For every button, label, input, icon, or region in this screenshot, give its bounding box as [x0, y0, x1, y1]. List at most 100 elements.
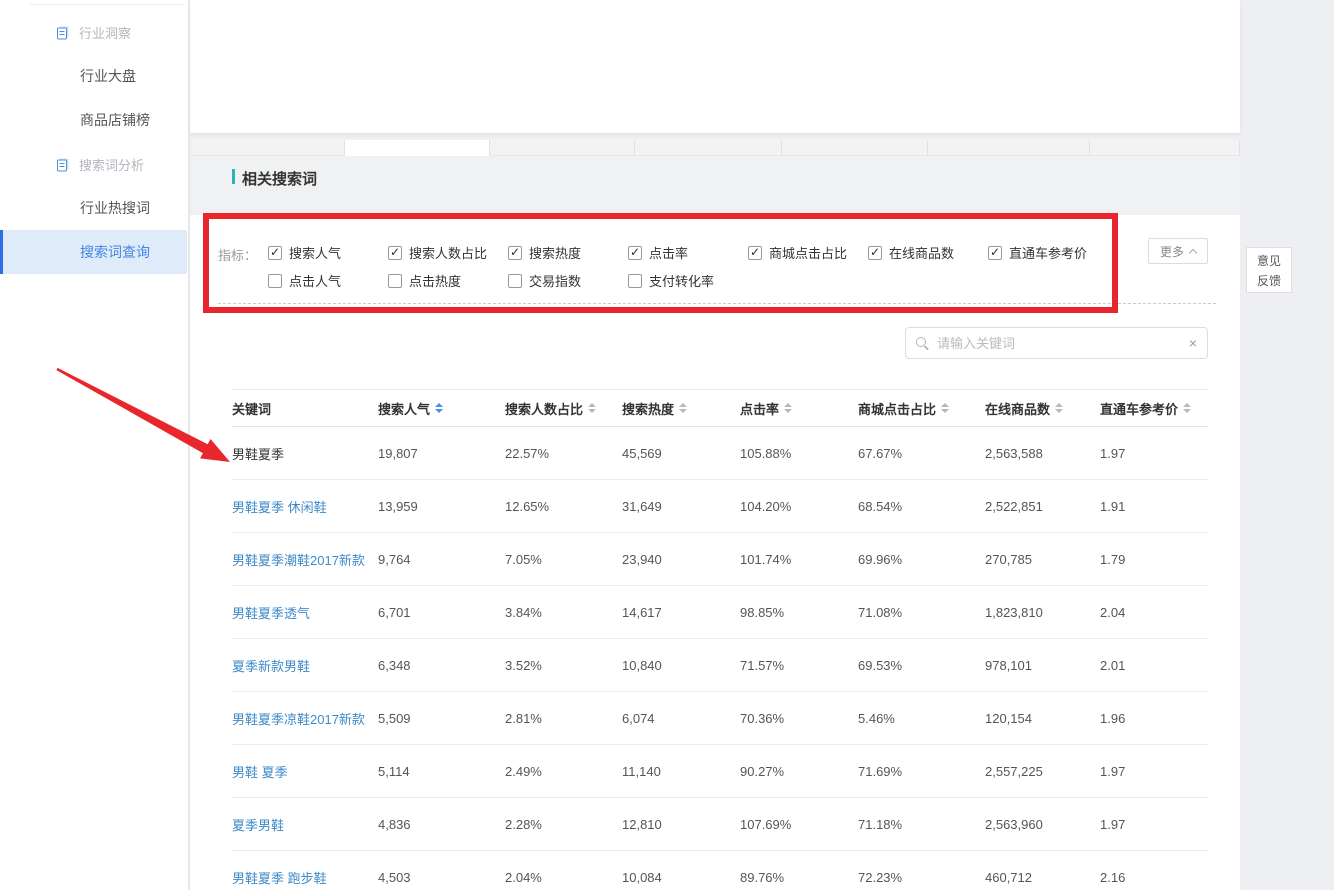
cell-search-heat: 10,084 — [622, 870, 740, 885]
table-row: 男鞋夏季 19,807 22.57% 45,569 105.88% 67.67%… — [232, 427, 1208, 480]
tab-2[interactable] — [490, 140, 635, 156]
metric-checkbox-item[interactable]: 搜索人数占比 — [388, 243, 508, 262]
cell-click-rate: 101.74% — [740, 552, 858, 567]
metric-checkbox-item[interactable]: 在线商品数 — [868, 243, 988, 262]
cell-ztc-price: 1.79 — [1100, 552, 1208, 567]
col-header-mall-click-share[interactable]: 商城点击占比 — [858, 399, 985, 418]
cell-search-heat: 12,810 — [622, 817, 740, 832]
checkbox-icon[interactable] — [628, 246, 642, 260]
keyword-link[interactable]: 男鞋夏季 休闲鞋 — [232, 500, 327, 515]
checkbox-icon[interactable] — [988, 246, 1002, 260]
cell-click-rate: 98.85% — [740, 605, 858, 620]
metric-checkbox-item[interactable]: 点击热度 — [388, 271, 508, 290]
metric-checkbox-item[interactable]: 直通车参考价 — [988, 243, 1108, 262]
cell-online-products: 270,785 — [985, 552, 1100, 567]
cell-online-products: 460,712 — [985, 870, 1100, 885]
cell-search-popularity: 4,836 — [378, 817, 505, 832]
metric-checkbox-item[interactable]: 点击人气 — [268, 271, 388, 290]
table-row: 男鞋夏季 跑步鞋 4,503 2.04% 10,084 89.76% 72.23… — [232, 851, 1208, 890]
cell-online-products: 978,101 — [985, 658, 1100, 673]
sidebar-item-search-word-query[interactable]: 搜索词查询 — [0, 230, 187, 274]
feedback-button[interactable]: 意见 反馈 — [1246, 247, 1292, 293]
tab-1-active[interactable] — [345, 140, 490, 156]
metric-checkbox-item[interactable]: 支付转化率 — [628, 271, 748, 290]
col-header-search-popularity[interactable]: 搜索人气 — [378, 399, 505, 418]
metrics-checkbox-row-1: 搜索人气 搜索人数占比 搜索热度 点击率 商城点击占比 — [268, 243, 1108, 262]
clear-icon[interactable]: × — [1189, 335, 1197, 351]
sidebar-divider — [30, 4, 184, 5]
chevron-up-icon — [1189, 249, 1197, 257]
table-row: 男鞋夏季潮鞋2017新款 9,764 7.05% 23,940 101.74% … — [232, 533, 1208, 586]
sidebar-section-search-analysis[interactable]: 搜索词分析 — [0, 142, 187, 186]
keyword-link[interactable]: 男鞋夏季 — [232, 447, 284, 462]
col-header-searcher-share[interactable]: 搜索人数占比 — [505, 399, 622, 418]
metric-label: 交易指数 — [529, 271, 581, 290]
col-header-search-heat[interactable]: 搜索热度 — [622, 399, 740, 418]
table-row: 男鞋 夏季 5,114 2.49% 11,140 90.27% 71.69% 2… — [232, 745, 1208, 798]
cell-click-rate: 107.69% — [740, 817, 858, 832]
metric-checkbox-item[interactable]: 搜索热度 — [508, 243, 628, 262]
checkbox-icon[interactable] — [508, 246, 522, 260]
cell-ztc-price: 1.97 — [1100, 446, 1208, 461]
cell-searcher-share: 12.65% — [505, 499, 622, 514]
cell-click-rate: 90.27% — [740, 764, 858, 779]
cell-click-rate: 71.57% — [740, 658, 858, 673]
sidebar-item-hot-search-words[interactable]: 行业热搜词 — [0, 186, 187, 230]
keyword-link[interactable]: 男鞋夏季潮鞋2017新款 — [232, 553, 365, 568]
checkbox-icon[interactable] — [268, 246, 282, 260]
cell-online-products: 1,823,810 — [985, 605, 1100, 620]
metrics-checkbox-row-2: 点击人气 点击热度 交易指数 支付转化率 — [268, 271, 748, 290]
cell-search-popularity: 19,807 — [378, 446, 505, 461]
col-header-click-rate[interactable]: 点击率 — [740, 399, 858, 418]
cell-searcher-share: 2.81% — [505, 711, 622, 726]
keyword-link[interactable]: 夏季男鞋 — [232, 818, 284, 833]
checkbox-icon[interactable] — [748, 246, 762, 260]
sort-icon — [1055, 403, 1063, 413]
cell-ztc-price: 1.97 — [1100, 817, 1208, 832]
cell-search-heat: 14,617 — [622, 605, 740, 620]
keyword-link[interactable]: 男鞋夏季透气 — [232, 606, 310, 621]
tab-5[interactable] — [928, 140, 1090, 156]
sidebar-item-industry-market[interactable]: 行业大盘 — [0, 54, 187, 98]
keyword-search-box: × — [905, 327, 1208, 359]
cell-mall-click-share: 68.54% — [858, 499, 985, 514]
keyword-link[interactable]: 夏季新款男鞋 — [232, 659, 310, 674]
keyword-search-input[interactable] — [937, 336, 1189, 351]
metric-checkbox-item[interactable]: 点击率 — [628, 243, 748, 262]
table-body: 男鞋夏季 19,807 22.57% 45,569 105.88% 67.67%… — [232, 427, 1208, 890]
metric-checkbox-item[interactable]: 商城点击占比 — [748, 243, 868, 262]
tab-0[interactable] — [190, 140, 345, 156]
sort-icon — [1183, 403, 1191, 413]
cell-search-heat: 31,649 — [622, 499, 740, 514]
checkbox-icon[interactable] — [388, 274, 402, 288]
col-header-online-products[interactable]: 在线商品数 — [985, 399, 1100, 418]
checkbox-icon[interactable] — [388, 246, 402, 260]
keyword-link[interactable]: 男鞋夏季凉鞋2017新款 — [232, 712, 365, 727]
tab-3[interactable] — [635, 140, 782, 156]
cell-ztc-price: 2.01 — [1100, 658, 1208, 673]
tab-4[interactable] — [782, 140, 928, 156]
checkbox-icon[interactable] — [268, 274, 282, 288]
more-button[interactable]: 更多 — [1148, 238, 1208, 264]
col-header-ztc-price[interactable]: 直通车参考价 — [1100, 399, 1208, 418]
keyword-link[interactable]: 男鞋 夏季 — [232, 765, 288, 780]
table-row: 男鞋夏季透气 6,701 3.84% 14,617 98.85% 71.08% … — [232, 586, 1208, 639]
tab-6[interactable] — [1090, 140, 1240, 156]
cell-online-products: 2,557,225 — [985, 764, 1100, 779]
checkbox-icon[interactable] — [868, 246, 882, 260]
metric-checkbox-item[interactable]: 搜索人气 — [268, 243, 388, 262]
cell-search-popularity: 6,348 — [378, 658, 505, 673]
checkbox-icon[interactable] — [508, 274, 522, 288]
cell-click-rate: 70.36% — [740, 711, 858, 726]
keyword-table: 关键词 搜索人气 搜索人数占比 搜索热度 点击率 商城点击占比 在线商品数 直通… — [232, 389, 1208, 890]
table-row: 男鞋夏季凉鞋2017新款 5,509 2.81% 6,074 70.36% 5.… — [232, 692, 1208, 745]
metric-checkbox-item[interactable]: 交易指数 — [508, 271, 628, 290]
sort-icon — [784, 403, 792, 413]
sidebar-section-industry-insight[interactable]: 行业洞察 — [0, 10, 187, 54]
cell-searcher-share: 2.04% — [505, 870, 622, 885]
keyword-link[interactable]: 男鞋夏季 跑步鞋 — [232, 871, 327, 886]
related-search-panel: 指标： 搜索人气 搜索人数占比 搜索热度 点击率 — [190, 215, 1240, 890]
sidebar-item-product-shop-rank[interactable]: 商品店铺榜 — [0, 98, 187, 142]
cell-search-popularity: 9,764 — [378, 552, 505, 567]
checkbox-icon[interactable] — [628, 274, 642, 288]
